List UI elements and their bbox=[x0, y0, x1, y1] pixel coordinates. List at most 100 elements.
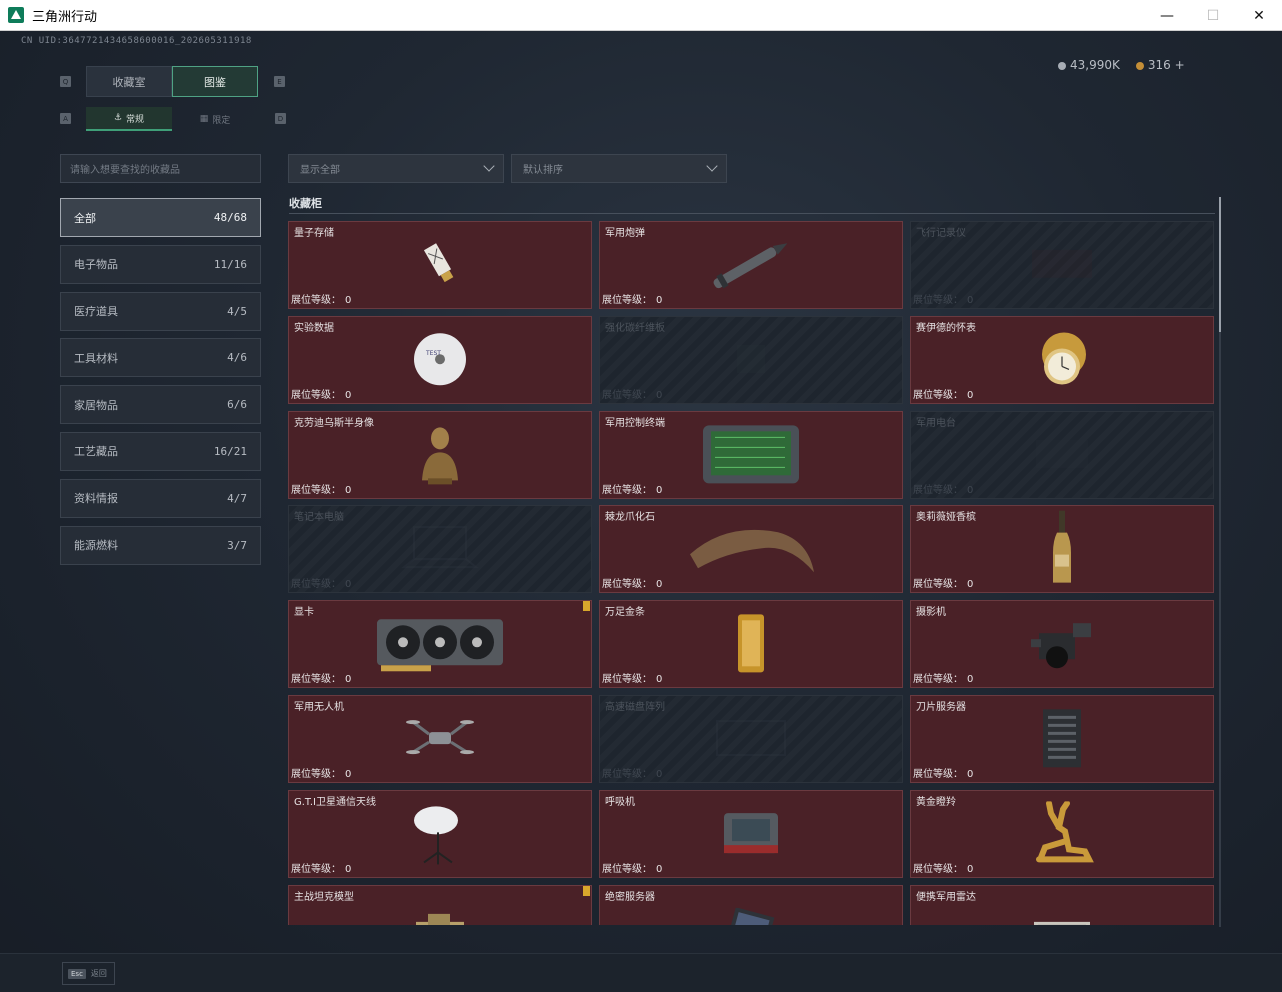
usb-drive-icon bbox=[415, 239, 465, 293]
collection-card[interactable]: 强化碳纤维板 展位等级： 0 bbox=[599, 315, 903, 404]
tab-catalog[interactable]: 图鉴 bbox=[172, 66, 258, 97]
display-filter-dropdown[interactable]: 显示全部 bbox=[288, 154, 504, 183]
booth-level: 展位等级： 0 bbox=[291, 863, 352, 875]
collection-card[interactable]: 刀片服务器 展位等级： 0 bbox=[910, 694, 1214, 783]
silver-coin-icon bbox=[1058, 61, 1066, 70]
pocket-watch-icon bbox=[1032, 324, 1092, 398]
collection-card[interactable]: G.T.I卫星通信天线 展位等级： 0 bbox=[288, 789, 592, 878]
category-item[interactable]: 工艺藏品 16/21 bbox=[60, 431, 261, 471]
collection-card[interactable]: 绝密服务器 bbox=[599, 884, 903, 925]
item-name: 赛伊德的怀表 bbox=[916, 322, 976, 334]
collection-card[interactable]: 高速磁盘阵列 展位等级： 0 bbox=[599, 694, 903, 783]
ventilator-icon bbox=[720, 807, 782, 863]
add-gold-button[interactable]: + bbox=[1175, 58, 1185, 72]
booth-level: 展位等级： 0 bbox=[602, 484, 663, 496]
booth-level: 展位等级： 0 bbox=[913, 674, 974, 686]
svg-text:TEST: TEST bbox=[425, 350, 441, 357]
booth-level: 展位等级： 0 bbox=[913, 863, 974, 875]
carbon-plate-icon bbox=[731, 339, 771, 383]
category-label: 工具材料 bbox=[74, 351, 118, 365]
bust-statue-icon bbox=[418, 422, 462, 490]
chevron-down-icon bbox=[483, 160, 495, 172]
collection-card[interactable]: 实验数据 TEST 展位等级： 0 bbox=[288, 315, 592, 404]
collection-card[interactable]: 军用无人机展位等级： 0 bbox=[288, 694, 592, 783]
key-hint-next-subtab: D bbox=[275, 113, 286, 124]
booth-level: 展位等级： 0 bbox=[913, 768, 974, 780]
flight-recorder-icon bbox=[1027, 244, 1097, 288]
key-hint-prev-subtab: A bbox=[60, 113, 71, 124]
window-title: 三角洲行动 bbox=[32, 9, 98, 25]
booth-level: 展位等级： 0 bbox=[913, 579, 974, 591]
new-flag-icon bbox=[583, 601, 590, 612]
collection-card[interactable]: 奥莉薇娅香槟 展位等级： 0 bbox=[910, 505, 1214, 594]
booth-level: 展位等级： 0 bbox=[291, 579, 352, 591]
collection-card[interactable]: 黄金瞪羚展位等级： 0 bbox=[910, 789, 1214, 878]
item-name: 军用炮弹 bbox=[605, 228, 645, 239]
maximize-button[interactable]: ☐ bbox=[1190, 0, 1236, 31]
radio-icon bbox=[1032, 433, 1092, 477]
category-item[interactable]: 资料情报 4/7 bbox=[60, 478, 261, 518]
collection-card[interactable]: 摄影机展位等级： 0 bbox=[910, 600, 1214, 689]
collection-card[interactable]: 显卡展位等级： 0 bbox=[288, 600, 592, 689]
search-input[interactable]: 请输入想要查找的收藏品 bbox=[60, 154, 261, 183]
category-item[interactable]: 电子物品 11/16 bbox=[60, 244, 261, 284]
category-item[interactable]: 能源燃料 3/7 bbox=[60, 525, 261, 565]
secondary-tabs: ⚓ 常规 ▦ 限定 bbox=[86, 107, 258, 131]
booth-level: 展位等级： 0 bbox=[291, 389, 352, 401]
collection-card[interactable]: 赛伊德的怀表 展位等级： 0 bbox=[910, 315, 1214, 404]
back-button[interactable]: Esc 返回 bbox=[62, 962, 115, 985]
item-name: 强化碳纤维板 bbox=[605, 322, 665, 334]
minimize-button[interactable]: — bbox=[1144, 0, 1190, 31]
flask-icon: ⚓ bbox=[113, 113, 123, 123]
booth-level: 展位等级： 0 bbox=[291, 484, 352, 496]
category-count: 4/6 bbox=[227, 351, 247, 365]
collection-card[interactable]: 军用控制终端 展位等级： 0 bbox=[599, 410, 903, 499]
camera-icon bbox=[1027, 615, 1097, 675]
collection-card[interactable]: 克劳迪乌斯半身像 展位等级： 0 bbox=[288, 410, 592, 499]
category-item[interactable]: 工具材料 4/6 bbox=[60, 338, 261, 378]
category-count: 4/7 bbox=[227, 491, 247, 505]
sort-dropdown[interactable]: 默认排序 bbox=[511, 154, 727, 183]
booth-level: 展位等级： 0 bbox=[602, 863, 663, 875]
collection-card[interactable]: 便携军用雷达 bbox=[910, 884, 1214, 925]
item-name: 黄金瞪羚 bbox=[916, 796, 956, 808]
item-name: 显卡 bbox=[294, 607, 314, 619]
collection-card[interactable]: 呼吸机 展位等级： 0 bbox=[599, 789, 903, 878]
collection-card[interactable]: 军用电台 展位等级： 0 bbox=[910, 410, 1214, 499]
booth-level: 展位等级： 0 bbox=[291, 674, 352, 686]
tab-collection-room[interactable]: 收藏室 bbox=[86, 66, 172, 97]
item-name: 笔记本电脑 bbox=[294, 512, 344, 524]
drone-icon bbox=[405, 712, 475, 768]
booth-level: 展位等级： 0 bbox=[913, 484, 974, 496]
collection-card[interactable]: 笔记本电脑展位等级： 0 bbox=[288, 505, 592, 594]
subtab-regular[interactable]: ⚓ 常规 bbox=[86, 107, 172, 131]
category-label: 全部 bbox=[74, 211, 96, 225]
collection-card[interactable]: 棘龙爪化石 展位等级： 0 bbox=[599, 505, 903, 594]
collection-card[interactable]: 主战坦克模型 bbox=[288, 884, 592, 925]
item-name: 棘龙爪化石 bbox=[605, 512, 655, 524]
player-uid: CN UID:3647721434658600016_202605311918 bbox=[21, 36, 252, 46]
tank-model-icon bbox=[410, 907, 470, 925]
category-item[interactable]: 医疗道具 4/5 bbox=[60, 291, 261, 331]
collection-card[interactable]: 军用炮弹 展位等级： 0 bbox=[599, 221, 903, 309]
collection-card[interactable]: 万足金条 展位等级： 0 bbox=[599, 600, 903, 689]
close-button[interactable]: ✕ bbox=[1236, 0, 1282, 31]
category-item[interactable]: 家居物品 6/6 bbox=[60, 385, 261, 425]
section-divider bbox=[289, 213, 1215, 214]
item-name: 摄影机 bbox=[916, 607, 946, 619]
item-name: 军用无人机 bbox=[294, 701, 344, 713]
control-terminal-icon bbox=[701, 423, 801, 489]
category-label: 电子物品 bbox=[74, 258, 118, 272]
subtab-limited[interactable]: ▦ 限定 bbox=[172, 107, 258, 131]
item-name: 量子存储 bbox=[294, 228, 334, 239]
scrollbar-thumb[interactable] bbox=[1219, 197, 1221, 332]
booth-level: 展位等级： 0 bbox=[291, 768, 352, 780]
collection-card[interactable]: 飞行记录仪 展位等级： 0 bbox=[910, 221, 1214, 309]
collection-card[interactable]: 量子存储 展位等级： 0 bbox=[288, 221, 592, 309]
item-name: 克劳迪乌斯半身像 bbox=[294, 417, 374, 429]
category-item[interactable]: 全部 48/68 bbox=[60, 198, 261, 237]
disc-icon: TEST bbox=[412, 331, 468, 391]
item-name: 绝密服务器 bbox=[605, 891, 655, 903]
disk-array-icon bbox=[711, 713, 791, 767]
item-name: G.T.I卫星通信天线 bbox=[294, 796, 376, 808]
